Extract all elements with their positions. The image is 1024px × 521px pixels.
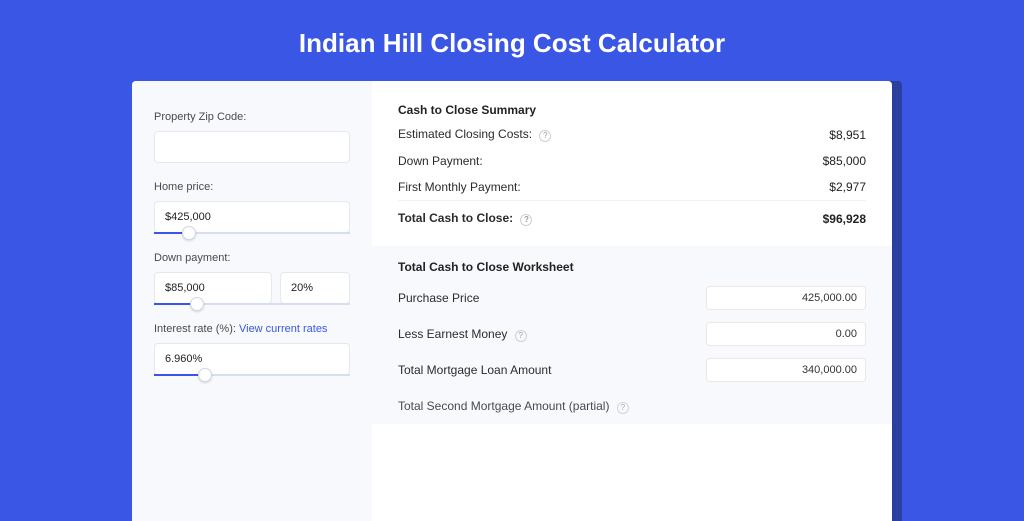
summary-row-first-payment: First Monthly Payment: $2,977 [398, 174, 866, 200]
summary-row-down-payment: Down Payment: $85,000 [398, 148, 866, 174]
worksheet-row-purchase-price: Purchase Price [398, 280, 866, 316]
help-icon[interactable]: ? [539, 130, 551, 142]
page-title: Indian Hill Closing Cost Calculator [0, 0, 1024, 81]
down-payment-percent-input[interactable] [280, 272, 350, 304]
worksheet-value-input[interactable] [706, 358, 866, 382]
interest-rate-slider[interactable] [154, 374, 350, 376]
field-home-price: Home price: [154, 181, 350, 234]
home-price-label: Home price: [154, 181, 350, 193]
calculator-panel: Property Zip Code: Home price: Down paym… [132, 81, 892, 521]
interest-rate-label: Interest rate (%): View current rates [154, 323, 350, 335]
help-icon[interactable]: ? [617, 402, 629, 414]
worksheet-label-text: Total Second Mortgage Amount (partial) [398, 399, 609, 413]
summary-row-total: Total Cash to Close: ? $96,928 [398, 200, 866, 232]
worksheet-label-text: Less Earnest Money [398, 327, 507, 341]
summary-label: Down Payment: [398, 154, 483, 168]
summary-title: Cash to Close Summary [398, 103, 866, 117]
worksheet-row-earnest-money: Less Earnest Money ? [398, 316, 866, 352]
view-rates-link[interactable]: View current rates [239, 323, 327, 335]
worksheet-row-second-mortgage: Total Second Mortgage Amount (partial) ? [398, 388, 866, 424]
slider-thumb[interactable] [198, 368, 212, 382]
worksheet-label: Total Mortgage Loan Amount [398, 363, 551, 377]
interest-rate-label-text: Interest rate (%): [154, 323, 236, 335]
field-interest-rate: Interest rate (%): View current rates [154, 323, 350, 376]
summary-total-label-text: Total Cash to Close: [398, 211, 513, 225]
zip-label: Property Zip Code: [154, 111, 350, 123]
worksheet-title: Total Cash to Close Worksheet [398, 260, 866, 274]
home-price-slider[interactable] [154, 232, 350, 234]
worksheet-row-mortgage-amount: Total Mortgage Loan Amount [398, 352, 866, 388]
summary-label: First Monthly Payment: [398, 180, 521, 194]
worksheet-label: Total Second Mortgage Amount (partial) ? [398, 399, 629, 414]
summary-label-text: Estimated Closing Costs: [398, 127, 532, 141]
help-icon[interactable]: ? [520, 214, 532, 226]
summary-value: $85,000 [823, 154, 866, 168]
worksheet-label: Purchase Price [398, 291, 479, 305]
slider-thumb[interactable] [182, 226, 196, 240]
results-area: Cash to Close Summary Estimated Closing … [372, 81, 892, 521]
zip-input[interactable] [154, 131, 350, 163]
down-payment-amount-input[interactable] [154, 272, 272, 304]
summary-value: $8,951 [829, 128, 866, 142]
field-zip: Property Zip Code: [154, 111, 350, 163]
panel: Property Zip Code: Home price: Down paym… [132, 81, 892, 521]
worksheet-label: Less Earnest Money ? [398, 327, 527, 342]
interest-rate-input[interactable] [154, 343, 350, 375]
summary-section: Cash to Close Summary Estimated Closing … [398, 103, 866, 232]
inputs-sidebar: Property Zip Code: Home price: Down paym… [132, 81, 372, 521]
summary-label: Estimated Closing Costs: ? [398, 127, 551, 142]
worksheet-value-input[interactable] [706, 286, 866, 310]
down-payment-slider[interactable] [154, 303, 350, 305]
summary-value: $2,977 [829, 180, 866, 194]
field-down-payment: Down payment: [154, 252, 350, 305]
slider-thumb[interactable] [190, 297, 204, 311]
help-icon[interactable]: ? [515, 330, 527, 342]
worksheet-section: Total Cash to Close Worksheet Purchase P… [372, 246, 892, 424]
summary-total-label: Total Cash to Close: ? [398, 211, 532, 226]
worksheet-value-input[interactable] [706, 322, 866, 346]
summary-row-closing-costs: Estimated Closing Costs: ? $8,951 [398, 121, 866, 148]
down-payment-label: Down payment: [154, 252, 350, 264]
summary-total-value: $96,928 [823, 212, 866, 226]
